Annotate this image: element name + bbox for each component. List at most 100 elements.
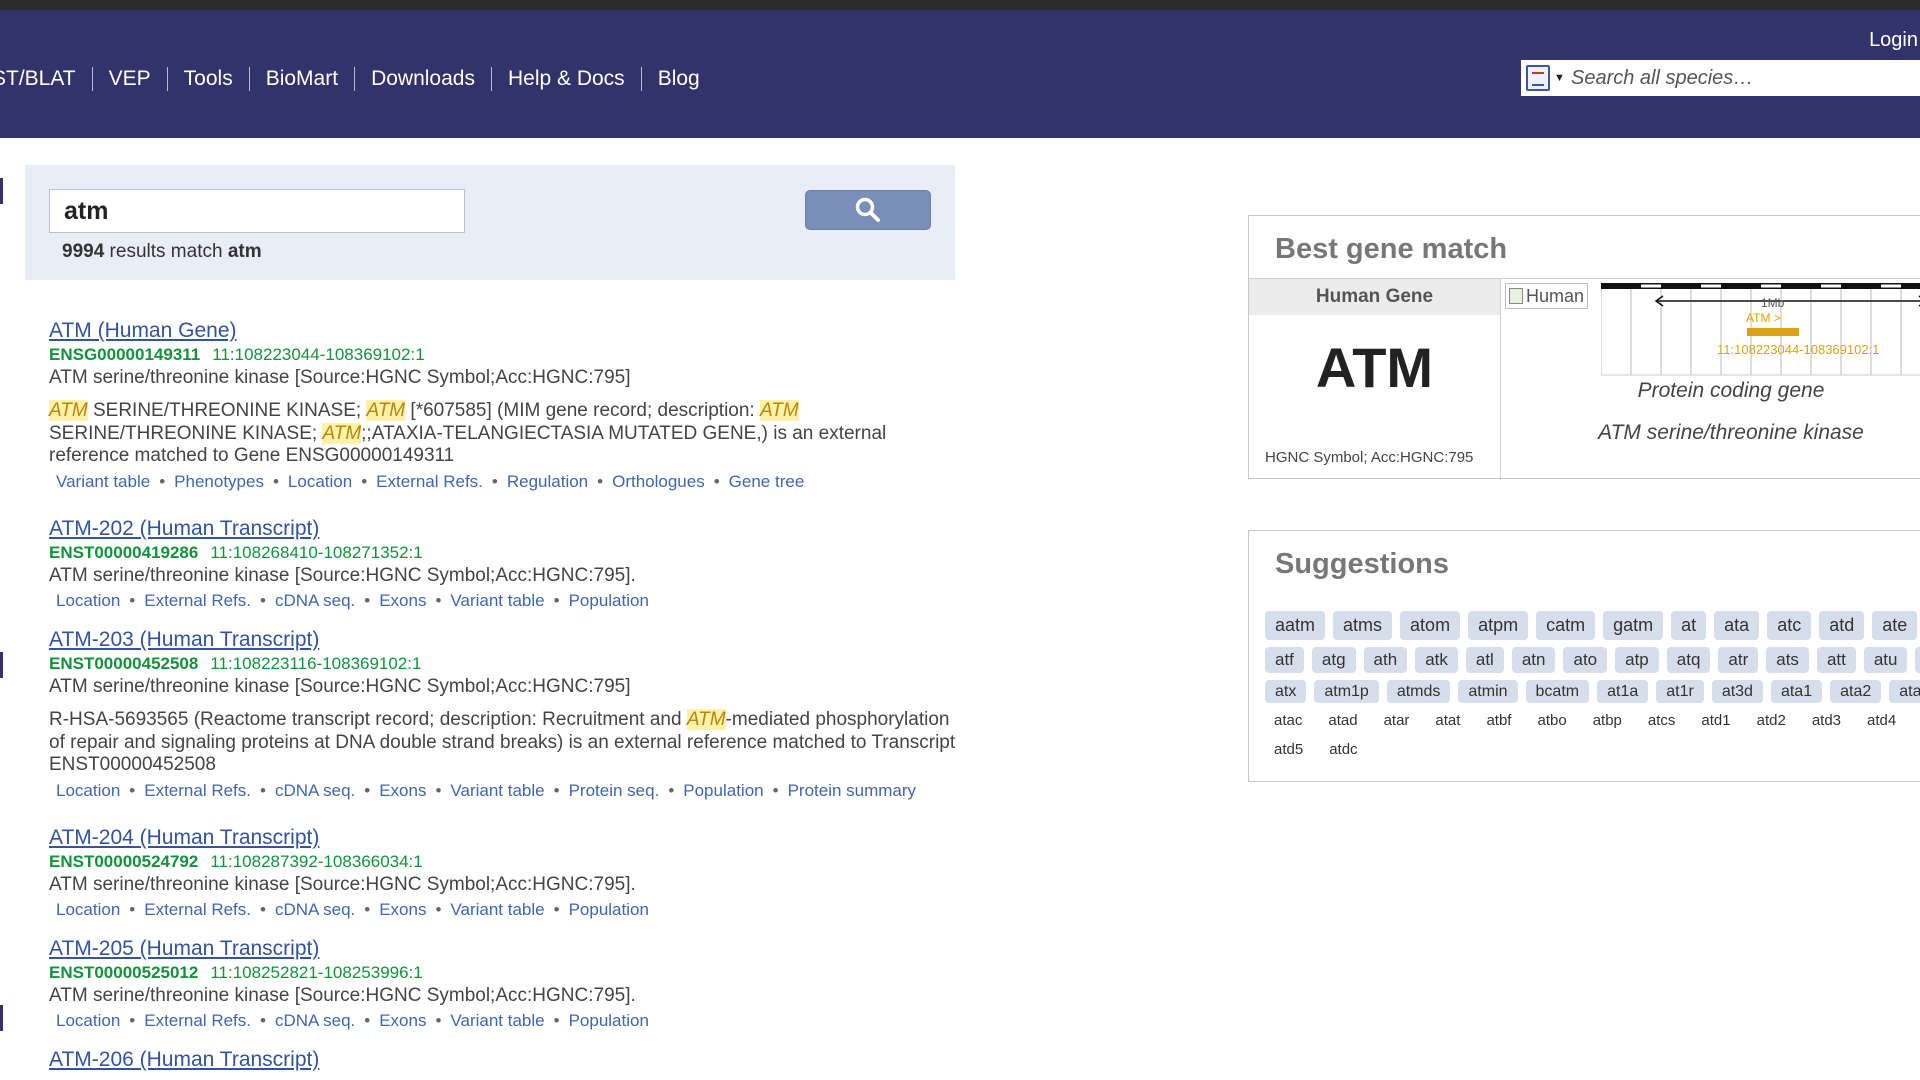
- nav-blast[interactable]: ST/BLAT: [0, 67, 93, 91]
- suggestion-chip[interactable]: atdc: [1320, 739, 1367, 761]
- suggestion-chip[interactable]: atf: [1265, 647, 1304, 673]
- suggestion-chip[interactable]: atv: [1915, 647, 1920, 673]
- result-link[interactable]: Population: [683, 781, 763, 800]
- login-link[interactable]: Login: [1869, 29, 1920, 52]
- suggestion-chip[interactable]: atn: [1511, 647, 1556, 673]
- suggestion-chip[interactable]: atom: [1400, 611, 1461, 640]
- nav-biomart[interactable]: BioMart: [250, 67, 356, 91]
- suggestion-chip[interactable]: catm: [1536, 611, 1596, 640]
- suggestion-chip[interactable]: atd2: [1747, 710, 1795, 732]
- suggestion-chip[interactable]: atmin: [1458, 680, 1518, 703]
- result-title-link[interactable]: ATM-202 (Human Transcript): [49, 516, 649, 542]
- result-link[interactable]: Location: [56, 781, 120, 800]
- suggestion-chip[interactable]: atd3: [1802, 710, 1851, 732]
- suggestion-chip[interactable]: ate: [1872, 611, 1918, 640]
- result-link[interactable]: cDNA seq.: [275, 900, 355, 919]
- result-link[interactable]: Regulation: [507, 472, 588, 491]
- suggestion-chip[interactable]: atp: [1615, 647, 1659, 673]
- suggestion-chip[interactable]: atc: [1767, 611, 1812, 640]
- result-link[interactable]: Population: [569, 1011, 649, 1030]
- result-link[interactable]: Location: [56, 591, 120, 610]
- result-link[interactable]: Exons: [379, 1011, 426, 1030]
- nav-vep[interactable]: VEP: [93, 67, 168, 91]
- suggestion-chip[interactable]: atd: [1819, 611, 1865, 640]
- result-link[interactable]: Population: [569, 900, 649, 919]
- suggestion-chip[interactable]: atad: [1319, 710, 1367, 732]
- suggestion-chip[interactable]: ata1: [1770, 680, 1823, 703]
- result-link[interactable]: Protein summary: [788, 781, 916, 800]
- suggestion-chip[interactable]: atd1: [1692, 710, 1740, 732]
- result-link[interactable]: External Refs.: [144, 781, 251, 800]
- suggestion-chip[interactable]: gatm: [1603, 611, 1664, 640]
- suggestion-chip[interactable]: atcs: [1638, 710, 1685, 732]
- result-link[interactable]: Variant table: [450, 781, 544, 800]
- suggestion-chip[interactable]: atx: [1265, 680, 1307, 703]
- suggestion-chip[interactable]: atpm: [1468, 611, 1529, 640]
- species-search-input[interactable]: [1571, 66, 1920, 90]
- suggestion-chip[interactable]: atm1p: [1314, 680, 1379, 703]
- suggestion-chip[interactable]: atd5: [1265, 739, 1313, 761]
- search-input[interactable]: [49, 189, 465, 233]
- result-link[interactable]: Variant table: [450, 900, 544, 919]
- result-link[interactable]: Exons: [379, 591, 426, 610]
- suggestion-chip[interactable]: ato: [1563, 647, 1608, 673]
- result-link[interactable]: cDNA seq.: [275, 1011, 355, 1030]
- result-link[interactable]: cDNA seq.: [275, 591, 355, 610]
- suggestion-chip[interactable]: at1r: [1656, 680, 1704, 703]
- suggestion-chip[interactable]: ata2: [1830, 680, 1882, 703]
- result-title-link[interactable]: ATM (Human Gene): [49, 318, 969, 344]
- search-button[interactable]: [805, 190, 931, 230]
- result-link[interactable]: External Refs.: [144, 900, 251, 919]
- suggestion-chip[interactable]: atac: [1265, 710, 1312, 732]
- suggestion-chip[interactable]: atl: [1465, 647, 1504, 673]
- result-title-link[interactable]: ATM-205 (Human Transcript): [49, 936, 649, 962]
- result-title-link[interactable]: ATM-206 (Human Transcript): [49, 1047, 319, 1073]
- best-gene-match-card[interactable]: Human Gene ATM HGNC Symbol; Acc:HGNC:795: [1249, 278, 1501, 480]
- suggestion-chip[interactable]: at1a: [1597, 680, 1649, 703]
- suggestion-chip[interactable]: atmds: [1386, 680, 1451, 703]
- result-link[interactable]: cDNA seq.: [275, 781, 355, 800]
- result-link[interactable]: External Refs.: [144, 591, 251, 610]
- result-link[interactable]: Exons: [379, 781, 426, 800]
- suggestion-chip[interactable]: atu: [1863, 647, 1908, 673]
- suggestion-chip[interactable]: ata3: [1889, 680, 1920, 703]
- suggestion-chip[interactable]: atbo: [1528, 710, 1576, 732]
- suggestion-chip[interactable]: atk: [1415, 647, 1458, 673]
- result-title-link[interactable]: ATM-204 (Human Transcript): [49, 825, 649, 851]
- suggestion-chip[interactable]: att: [1816, 647, 1856, 673]
- nav-tools[interactable]: Tools: [168, 67, 250, 91]
- suggestion-chip[interactable]: atms: [1333, 611, 1393, 640]
- suggestion-chip[interactable]: atq: [1666, 647, 1711, 673]
- result-link[interactable]: Phenotypes: [174, 472, 264, 491]
- suggestion-chip[interactable]: bcatm: [1525, 680, 1590, 703]
- result-link[interactable]: External Refs.: [376, 472, 483, 491]
- suggestion-chip[interactable]: ata: [1714, 611, 1760, 640]
- result-link[interactable]: Location: [288, 472, 352, 491]
- result-title-link[interactable]: ATM-203 (Human Transcript): [49, 627, 969, 653]
- species-selector[interactable]: ▼: [1521, 60, 1571, 96]
- result-link[interactable]: Protein seq.: [569, 781, 660, 800]
- suggestion-chip[interactable]: atbf: [1477, 710, 1521, 732]
- result-link[interactable]: Variant table: [450, 1011, 544, 1030]
- suggestion-chip[interactable]: ats: [1766, 647, 1809, 673]
- result-link[interactable]: Location: [56, 1011, 120, 1030]
- result-link[interactable]: External Refs.: [144, 1011, 251, 1030]
- suggestion-chip[interactable]: atbp: [1583, 710, 1631, 732]
- result-link[interactable]: Gene tree: [729, 472, 805, 491]
- suggestion-chip[interactable]: at3d: [1711, 680, 1763, 703]
- suggestion-chip[interactable]: atr: [1718, 647, 1759, 673]
- result-link[interactable]: Population: [569, 591, 649, 610]
- suggestion-chip[interactable]: aatm: [1265, 611, 1326, 640]
- result-link[interactable]: Variant table: [56, 472, 150, 491]
- suggestion-chip[interactable]: at: [1671, 611, 1707, 640]
- result-link[interactable]: Location: [56, 900, 120, 919]
- nav-help-docs[interactable]: Help & Docs: [492, 67, 642, 91]
- suggestion-chip[interactable]: atar: [1374, 710, 1419, 732]
- suggestion-chip[interactable]: atd4: [1858, 710, 1906, 732]
- suggestion-chip[interactable]: atat: [1426, 710, 1470, 732]
- nav-blog[interactable]: Blog: [642, 67, 716, 91]
- region-overview-image[interactable]: 1Mb ATM > 11:108223044-108369102:1: [1601, 283, 1920, 383]
- result-link[interactable]: Orthologues: [612, 472, 705, 491]
- suggestion-chip[interactable]: atg: [1311, 647, 1356, 673]
- result-link[interactable]: Exons: [379, 900, 426, 919]
